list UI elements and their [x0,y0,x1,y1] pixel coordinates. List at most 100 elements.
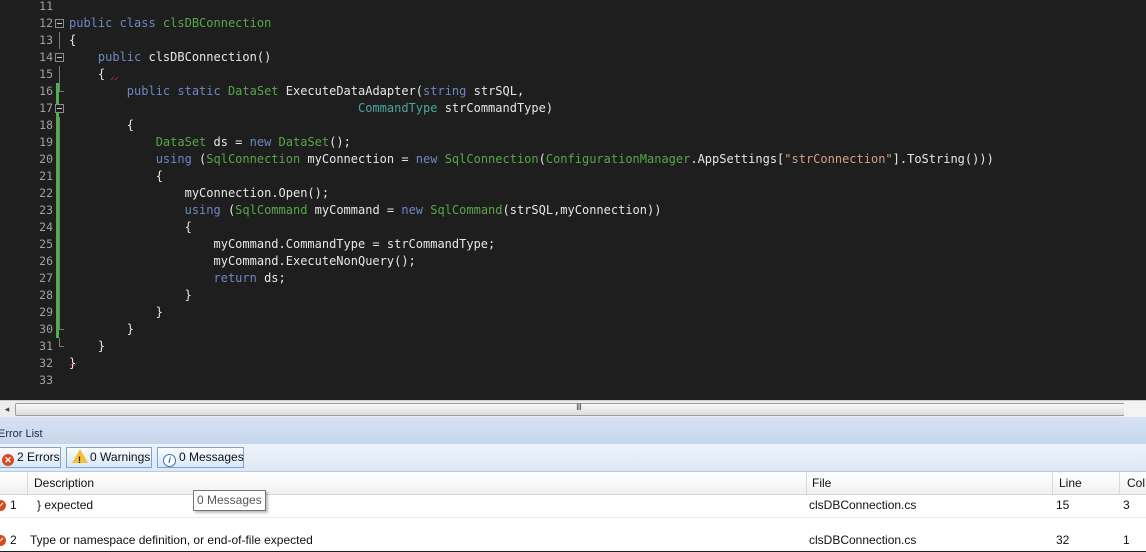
fold-guide [59,270,60,287]
code-line[interactable]: 11 [0,0,1146,15]
scroll-left-arrow-icon[interactable]: ◂ [0,401,14,417]
code-editor[interactable]: 11 12 public class clsDBConnection 13 {14 pu… [0,0,1146,400]
line-number: 17 [39,101,53,115]
error-list-toolbar: ✕2 Errors 0 Warnings i0 Messages [0,444,1146,472]
code-line[interactable]: 26 myCommand.ExecuteNonQuery(); [0,253,1146,270]
column-separator [806,472,807,494]
column-separator [1119,472,1120,494]
code-line[interactable]: 16 public static DataSet ExecuteDataAdap… [0,83,1146,100]
line-number: 22 [39,186,53,200]
line-number: 11 [39,0,53,13]
collapse-icon[interactable] [55,104,64,113]
code-text: public static DataSet ExecuteDataAdapter… [69,84,525,98]
column-separator [1052,472,1053,494]
collapse-icon[interactable] [55,53,64,62]
line-number: 31 [39,339,53,353]
line-number: 25 [39,237,53,251]
code-text: myConnection.Open(); [69,186,330,200]
error-file: clsDBConnection.cs [809,533,917,547]
error-description: Type or namespace definition, or end-of-… [30,533,313,547]
error-col: 1 [1123,533,1130,547]
column-header-description[interactable]: Description [34,472,94,494]
error-squiggle [110,77,118,80]
code-text: } [69,339,106,353]
code-line[interactable]: 18 { [0,117,1146,134]
code-line[interactable]: 29 } [0,304,1146,321]
code-text: { [69,220,192,234]
fold-end-marker [59,91,64,92]
code-text: } [69,305,163,319]
column-header-col[interactable]: Col [1127,472,1145,494]
line-number: 27 [39,271,53,285]
error-file: clsDBConnection.cs [809,498,917,512]
code-text: myCommand.ExecuteNonQuery(); [69,254,416,268]
fold-guide [59,287,60,304]
code-line[interactable]: 25 myCommand.CommandType = strCommandTyp… [0,236,1146,253]
warning-icon [72,449,88,470]
column-header-line[interactable]: Line [1059,472,1082,494]
fold-end-marker [59,346,64,347]
line-number: 32 [39,356,53,370]
error-description: } expected [37,498,94,512]
code-text: public clsDBConnection() [69,50,272,64]
error-number: 1 [10,498,17,512]
error-row[interactable]: 1 } expected clsDBConnection.cs 15 3 [0,494,1146,517]
fold-guide [59,253,60,270]
horizontal-scrollbar[interactable]: ◂ III [0,400,1146,417]
errors-filter-button[interactable]: ✕ 2 Errors [0,447,61,468]
error-row[interactable]: 2 Type or namespace definition, or end-o… [0,529,1146,552]
line-number: 20 [39,152,53,166]
code-text: { [69,118,135,132]
messages-filter-label: 0 Messages [179,450,244,464]
code-text: } [69,322,135,336]
code-line[interactable]: 15 { [0,66,1146,83]
code-line[interactable]: 19 DataSet ds = new DataSet(); [0,134,1146,151]
line-number: 28 [39,288,53,302]
fold-guide [59,66,60,83]
warnings-filter-button[interactable]: 0 Warnings [66,447,152,470]
code-line[interactable]: 28 } [0,287,1146,304]
column-header-file[interactable]: File [812,472,831,494]
fold-guide [59,168,60,185]
code-line[interactable]: 23 using (SqlCommand myCommand = new Sql… [0,202,1146,219]
code-text: public class clsDBConnection [69,16,272,30]
code-line[interactable]: 24 { [0,219,1146,236]
scrollbar-thumb[interactable]: III [15,403,1125,416]
code-text: } [69,288,192,302]
messages-filter-button[interactable]: i0 Messages [157,447,244,468]
error-col: 3 [1123,498,1130,512]
code-text: DataSet ds = new DataSet(); [155,135,351,149]
code-text: using (SqlCommand myCommand = new SqlCom… [184,203,662,217]
error-squiggle [69,363,77,366]
collapse-icon[interactable] [55,19,64,28]
errors-filter-label: 2 Errors [17,450,60,464]
code-text: CommandType strCommandType) [357,101,554,115]
line-number: 21 [39,169,53,183]
error-icon [0,535,6,546]
code-text: return ds; [213,271,286,285]
line-number: 24 [39,220,53,234]
code-line[interactable]: 12 public class clsDBConnection [0,15,1146,32]
code-line[interactable]: 17 CommandType strCommandType) [0,100,1146,117]
error-list-title-bar[interactable]: Error List [0,417,1146,444]
tooltip: 0 Messages [193,490,266,511]
code-line[interactable]: 22 myConnection.Open(); [0,185,1146,202]
code-text: { [69,169,163,183]
code-line[interactable]: 31 } [0,338,1146,355]
fold-guide [59,304,60,321]
code-line[interactable]: 14 public clsDBConnection() [0,49,1146,66]
code-line[interactable]: 30 } [0,321,1146,338]
code-line[interactable]: 32} [0,355,1146,372]
code-line[interactable]: 21 { [0,168,1146,185]
fold-guide [59,219,60,236]
code-line[interactable]: 20 using (SqlConnection myConnection = n… [0,151,1146,168]
code-text: { [69,67,106,81]
error-line: 15 [1056,498,1070,512]
fold-guide [59,236,60,253]
fold-guide [59,134,60,151]
code-line[interactable]: 27 return ds; [0,270,1146,287]
code-line[interactable]: 13 { [0,32,1146,49]
line-number: 23 [39,203,53,217]
code-line[interactable]: 33 [0,372,1146,389]
code-text: using (SqlConnection myConnection = new … [155,152,994,166]
